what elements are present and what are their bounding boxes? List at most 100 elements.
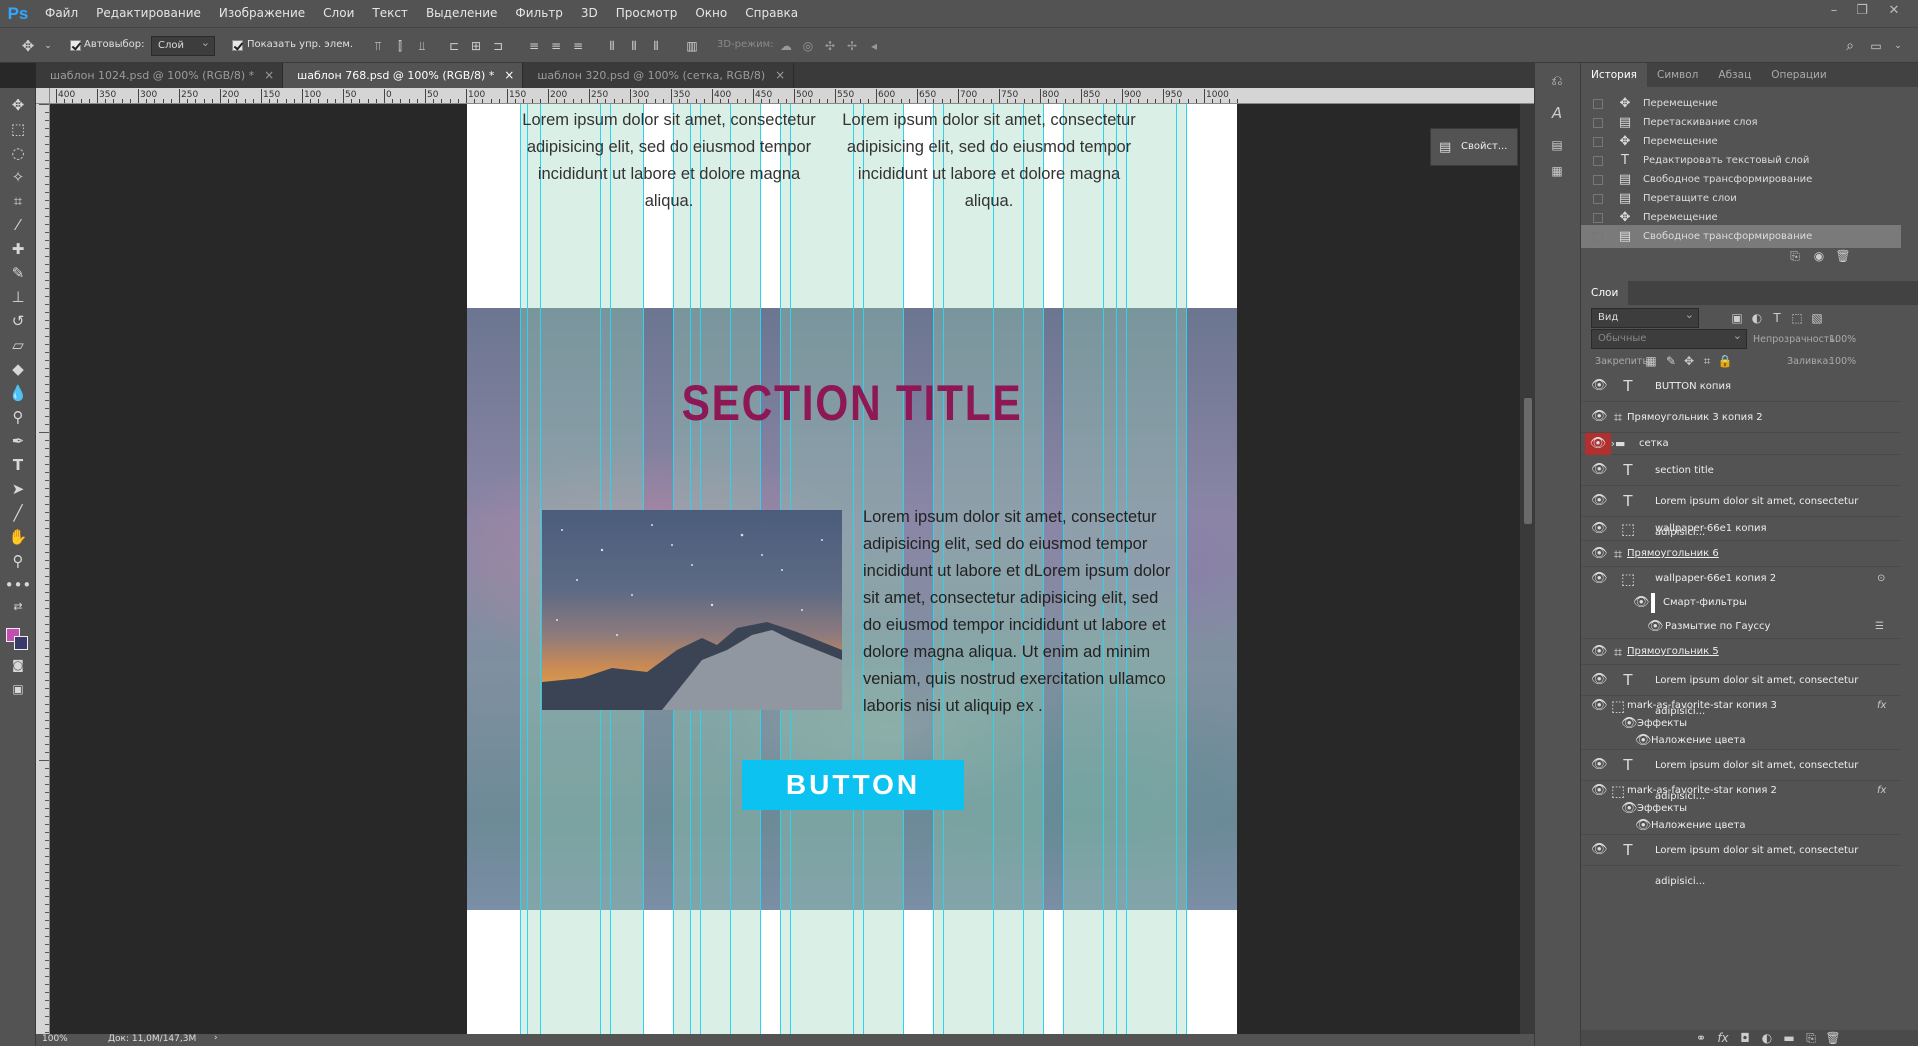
document-canvas[interactable]: Lorem ipsum dolor sit amet, consectetur … — [467, 104, 1237, 1034]
canvas-scroll-thumb[interactable] — [1524, 398, 1532, 524]
menu-filter[interactable]: Фильтр — [506, 0, 571, 27]
menu-help[interactable]: Справка — [736, 0, 807, 27]
layer-row[interactable]: 👁 T Lorem ipsum dolor sit amet, consectetu… — [1581, 665, 1901, 717]
align-top-icon[interactable]: ⫪ — [370, 38, 386, 54]
visibility-eye-icon[interactable]: 👁 — [1635, 734, 1652, 748]
fx-icon[interactable]: fx — [1877, 696, 1886, 716]
distribute-vcenter-icon[interactable]: ≡ — [548, 38, 564, 54]
auto-align-icon[interactable]: ▥ — [684, 38, 700, 54]
history-brush-tool-icon[interactable]: ↺ — [4, 310, 32, 332]
canvas-area[interactable]: Lorem ipsum dolor sit amet, consectetur … — [50, 104, 1520, 1034]
3d-pan-icon[interactable]: ✣ — [822, 38, 838, 54]
add-style-icon[interactable]: fx — [1715, 1030, 1731, 1046]
visibility-eye-icon[interactable]: 👁 — [1591, 699, 1608, 713]
tab-character[interactable]: Символ — [1647, 63, 1708, 87]
filter-smart-icon[interactable]: ▧ — [1809, 310, 1825, 326]
properties-mini-panel[interactable]: ▤ Свойст... — [1430, 128, 1518, 166]
link-layers-icon[interactable]: ⚭ — [1693, 1030, 1709, 1046]
show-transform-checkbox[interactable] — [232, 40, 243, 51]
layer-row[interactable]: 👁 T BUTTON копия — [1581, 371, 1901, 402]
visibility-eye-icon[interactable]: 👁 — [1585, 433, 1611, 455]
swap-colors-icon[interactable]: ⇄ — [4, 596, 32, 618]
canvas-scrollbar[interactable] — [1520, 104, 1534, 1034]
character-panel-icon[interactable]: A — [1549, 105, 1565, 121]
type-tool-icon[interactable]: T — [4, 454, 32, 476]
restore-button[interactable]: ❐ — [1848, 0, 1876, 22]
layer-row[interactable]: 👁 ⬚ mark-as-favorite-star копия 2 fx — [1581, 781, 1901, 801]
menu-file[interactable]: Файл — [36, 0, 87, 27]
align-vcenter-icon[interactable]: ⫿ — [392, 38, 408, 54]
visibility-eye-icon[interactable]: 👁 — [1591, 494, 1608, 508]
smart-filters-row[interactable]: 👁 Смарт-фильтры — [1581, 591, 1901, 615]
tab-template-768[interactable]: шаблон 768.psd @ 100% (RGB/8) * × — [283, 63, 524, 88]
layer-row[interactable]: 👁 Tsection title — [1581, 455, 1901, 486]
visibility-eye-icon[interactable]: 👁 — [1621, 717, 1638, 731]
path-selection-tool-icon[interactable]: ➤ — [4, 478, 32, 500]
visibility-eye-icon[interactable]: 👁 — [1591, 572, 1608, 586]
chevron-down-icon[interactable]: ⌄ — [40, 38, 56, 54]
layer-row[interactable]: 👁 T Lorem ipsum dolor sit amet, consectetu… — [1581, 835, 1901, 887]
3d-slide-icon[interactable]: ✢ — [844, 38, 860, 54]
history-panel-icon[interactable]: ⎌ — [1549, 73, 1565, 89]
menu-layers[interactable]: Слои — [314, 0, 363, 27]
distribute-right-icon[interactable]: ⦀ — [648, 38, 664, 54]
move-tool-icon[interactable]: ✥ — [20, 38, 36, 54]
layer-row[interactable]: 👁 ⬚ wallpaper-66e1 копия 2 ⊙ — [1581, 567, 1901, 591]
paragraph-panel-icon[interactable]: ▤ — [1549, 137, 1565, 153]
history-item-selected[interactable]: ▤ Свободное трансформирование — [1581, 225, 1901, 248]
eraser-tool-icon[interactable]: ▱ — [4, 334, 32, 356]
layer-row[interactable]: 👁 ⌗ Прямоугольник 3 копия 2 — [1581, 402, 1901, 433]
visibility-eye-icon[interactable]: 👁 — [1591, 673, 1608, 687]
delete-layer-icon[interactable]: 🗑 — [1825, 1030, 1841, 1046]
lock-artboard-icon[interactable]: ⌗ — [1699, 353, 1715, 369]
effects-row[interactable]: 👁 Эффекты — [1581, 716, 1901, 732]
opacity-value[interactable]: 100% — [1829, 334, 1856, 345]
adjustment-layer-icon[interactable]: ◐ — [1759, 1030, 1775, 1046]
marquee-tool-icon[interactable]: ⬚ — [4, 118, 32, 140]
distribute-bottom-icon[interactable]: ≡ — [570, 38, 586, 54]
lock-transparent-icon[interactable]: ▦ — [1643, 353, 1659, 369]
new-group-icon[interactable]: ▬ — [1781, 1030, 1797, 1046]
brush-tool-icon[interactable]: ✎ — [4, 262, 32, 284]
tab-history[interactable]: История — [1581, 63, 1647, 87]
tab-template-1024[interactable]: шаблон 1024.psd @ 100% (RGB/8) * × — [36, 63, 284, 88]
stamp-tool-icon[interactable]: ⊥ — [4, 286, 32, 308]
tab-layers[interactable]: Слои — [1581, 281, 1629, 305]
align-hcenter-icon[interactable]: ⊞ — [468, 38, 484, 54]
filter-type-icon[interactable]: T — [1769, 310, 1785, 326]
visibility-eye-icon[interactable]: 👁 — [1591, 843, 1608, 857]
hand-tool-icon[interactable]: ✋ — [4, 526, 32, 548]
new-document-from-state-icon[interactable]: ⎘ — [1787, 248, 1803, 264]
zoom-tool-icon[interactable]: ⚲ — [4, 550, 32, 572]
menu-3d[interactable]: 3D — [572, 0, 607, 27]
add-mask-icon[interactable]: ◘ — [1737, 1030, 1753, 1046]
filter-adjust-icon[interactable]: ◐ — [1749, 310, 1765, 326]
tab-actions[interactable]: Операции — [1761, 63, 1836, 87]
menu-select[interactable]: Выделение — [417, 0, 506, 27]
snapshot-icon[interactable]: ◉ — [1811, 248, 1827, 264]
effect-row[interactable]: 👁 Наложение цвета — [1581, 817, 1901, 835]
pen-tool-icon[interactable]: ✒ — [4, 430, 32, 452]
eyedropper-tool-icon[interactable]: ⁄ — [4, 214, 32, 236]
tab-template-320[interactable]: шаблон 320.psd @ 100% (сетка, RGB/8) × — [523, 63, 795, 88]
lock-all-icon[interactable]: 🔒 — [1717, 353, 1733, 369]
blur-tool-icon[interactable]: 💧 — [4, 382, 32, 404]
fx-icon[interactable]: fx — [1877, 781, 1886, 801]
distribute-hcenter-icon[interactable]: ⦀ — [626, 38, 642, 54]
align-bottom-icon[interactable]: ⫫ — [414, 38, 430, 54]
vertical-ruler[interactable] — [36, 104, 50, 1034]
menu-view[interactable]: Просмотр — [607, 0, 687, 27]
layer-row[interactable]: 👁 T Lorem ipsum dolor sit amet, consectetu… — [1581, 750, 1901, 802]
visibility-eye-icon[interactable]: 👁 — [1591, 463, 1608, 477]
close-icon[interactable]: × — [264, 63, 274, 88]
horizontal-ruler[interactable]: 400 350 300 250 200 150 100 50 0 50 100 150 200 250 30… — [50, 88, 1534, 104]
paint-bucket-tool-icon[interactable]: ◆ — [4, 358, 32, 380]
lock-pixels-icon[interactable]: ✎ — [1663, 353, 1679, 369]
move-tool-icon[interactable]: ✥ — [4, 94, 32, 116]
layer-row[interactable]: 👁 ⌗ Прямоугольник 5 — [1581, 639, 1901, 665]
status-menu-icon[interactable]: › — [214, 1033, 218, 1043]
visibility-eye-icon[interactable]: 👁 — [1633, 596, 1650, 610]
menu-image[interactable]: Изображение — [210, 0, 314, 27]
3d-roll-icon[interactable]: ◎ — [800, 38, 816, 54]
quick-mask-icon[interactable]: ◙ — [4, 654, 32, 676]
